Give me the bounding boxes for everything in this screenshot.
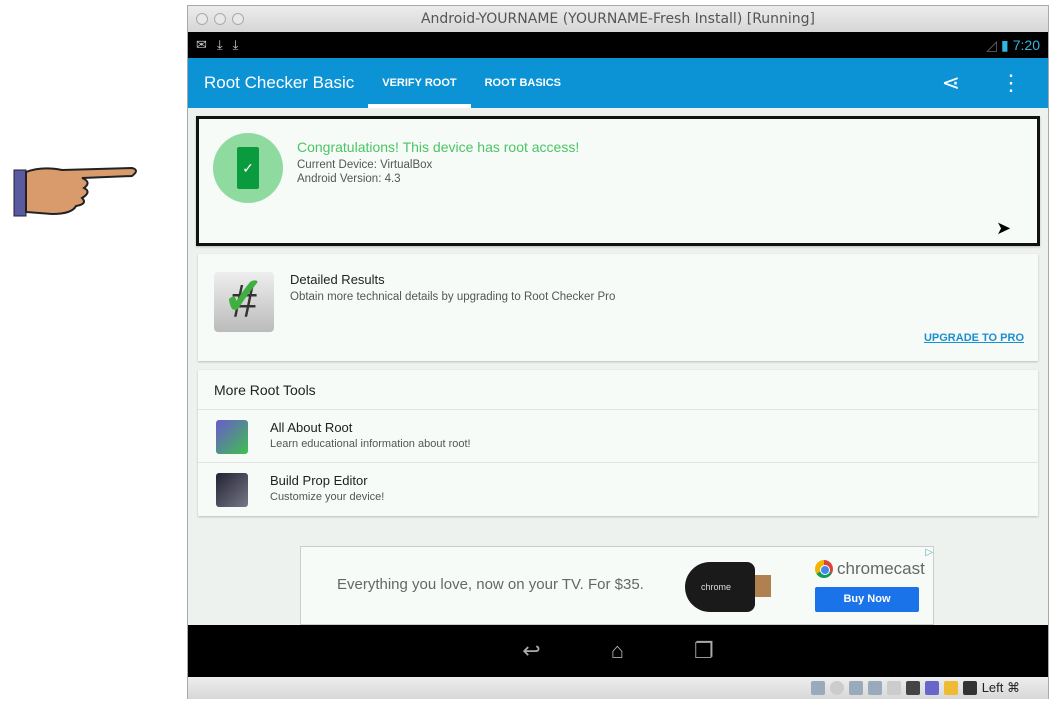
- download-icon: ⤓: [216, 37, 223, 52]
- pointing-hand-icon: [13, 166, 137, 217]
- overflow-menu-icon[interactable]: ⋮: [1000, 70, 1022, 96]
- list-item-build-prop-editor[interactable]: Build Prop Editor Customize your device!: [198, 463, 1038, 516]
- current-device: Current Device: VirtualBox: [297, 159, 433, 171]
- adchoices-icon[interactable]: ▷: [925, 547, 933, 558]
- battery-icon: ▮: [1001, 36, 1009, 53]
- chromecast-image: chrome: [685, 562, 755, 612]
- host-key: Left ⌘: [981, 680, 1020, 695]
- keyboard-capture-icon[interactable]: [962, 681, 977, 695]
- gmail-icon: ✉: [196, 37, 207, 52]
- tools-icon: [216, 473, 248, 507]
- hdmi-plug: [755, 575, 771, 597]
- cpu-icon[interactable]: [924, 681, 939, 695]
- clock: 7:20: [1012, 37, 1040, 53]
- android-status-bar: ✉ ⤓ ⤓ ◿ ▮ 7:20: [188, 32, 1048, 58]
- item-desc: Customize your device!: [270, 491, 385, 503]
- network-icon[interactable]: [867, 681, 882, 695]
- item-title: All About Root: [270, 420, 353, 435]
- virtualbox-window: Android-YOURNAME (YOURNAME-Fresh Install…: [187, 5, 1049, 699]
- ad-banner[interactable]: Everything you love, now on your TV. For…: [300, 546, 934, 625]
- detailed-results-card[interactable]: # ✓ Detailed Results Obtain more technica…: [198, 254, 1038, 361]
- more-root-tools-card: More Root Tools All About Root Learn edu…: [198, 370, 1038, 516]
- ad-text: Everything you love, now on your TV. For…: [337, 576, 644, 593]
- tab-verify-root[interactable]: VERIFY ROOT: [368, 58, 471, 108]
- upgrade-to-pro-link[interactable]: UPGRADE TO PRO: [924, 332, 1024, 344]
- detailed-results-title: Detailed Results: [290, 272, 385, 287]
- usb-icon[interactable]: [848, 681, 863, 695]
- recents-icon[interactable]: ❐: [694, 638, 714, 664]
- video-capture-icon[interactable]: [905, 681, 920, 695]
- book-icon: [216, 420, 248, 454]
- share-icon[interactable]: ⋖: [942, 70, 960, 96]
- shared-folder-icon[interactable]: [886, 681, 901, 695]
- more-root-tools-header: More Root Tools: [198, 370, 1038, 410]
- download-icon: ⤓: [232, 37, 239, 52]
- brand-name: chromecast: [837, 559, 925, 578]
- result-headline: Congratulations! This device has root ac…: [297, 139, 580, 155]
- title-bar: Android-YOURNAME (YOURNAME-Fresh Install…: [188, 6, 1048, 32]
- window-title: Android-YOURNAME (YOURNAME-Fresh Install…: [420, 11, 816, 27]
- buy-now-button[interactable]: Buy Now: [815, 587, 919, 612]
- root-checker-pro-icon: # ✓: [214, 268, 274, 332]
- chrome-icon: [815, 560, 833, 578]
- signal-icon: ◿: [986, 36, 998, 53]
- close-button[interactable]: [196, 13, 208, 25]
- back-icon[interactable]: ↩: [522, 638, 540, 664]
- content: ✓ Congratulations! This device has root …: [188, 108, 1048, 625]
- mouse-cursor-icon: ➤: [996, 218, 1012, 238]
- item-desc: Learn educational information about root…: [270, 438, 471, 450]
- android-nav-bar: ↩ ⌂ ❐: [188, 625, 1048, 677]
- root-status-icon: ✓: [213, 133, 283, 203]
- root-result-card: ✓ Congratulations! This device has root …: [196, 116, 1040, 246]
- list-item-all-about-root[interactable]: All About Root Learn educational informa…: [198, 410, 1038, 463]
- item-title: Build Prop Editor: [270, 473, 368, 488]
- hdd-icon[interactable]: [810, 681, 825, 695]
- minimize-button[interactable]: [214, 13, 226, 25]
- app-title: Root Checker Basic: [204, 73, 355, 92]
- mouse-integration-icon[interactable]: [943, 681, 958, 695]
- detailed-results-desc: Obtain more technical details by upgradi…: [290, 291, 616, 303]
- android-version: Android Version: 4.3: [297, 173, 401, 185]
- tab-root-basics[interactable]: ROOT BASICS: [471, 58, 575, 108]
- optical-disk-icon[interactable]: [829, 681, 844, 695]
- virtualbox-status-bar: Left ⌘: [188, 677, 1048, 699]
- app-bar: Root Checker Basic VERIFY ROOT ROOT BASI…: [188, 58, 1048, 108]
- dongle-label: chrome: [701, 582, 732, 592]
- zoom-button[interactable]: [232, 13, 244, 25]
- home-icon[interactable]: ⌂: [611, 638, 624, 664]
- chromecast-logo: chromecast: [815, 559, 925, 579]
